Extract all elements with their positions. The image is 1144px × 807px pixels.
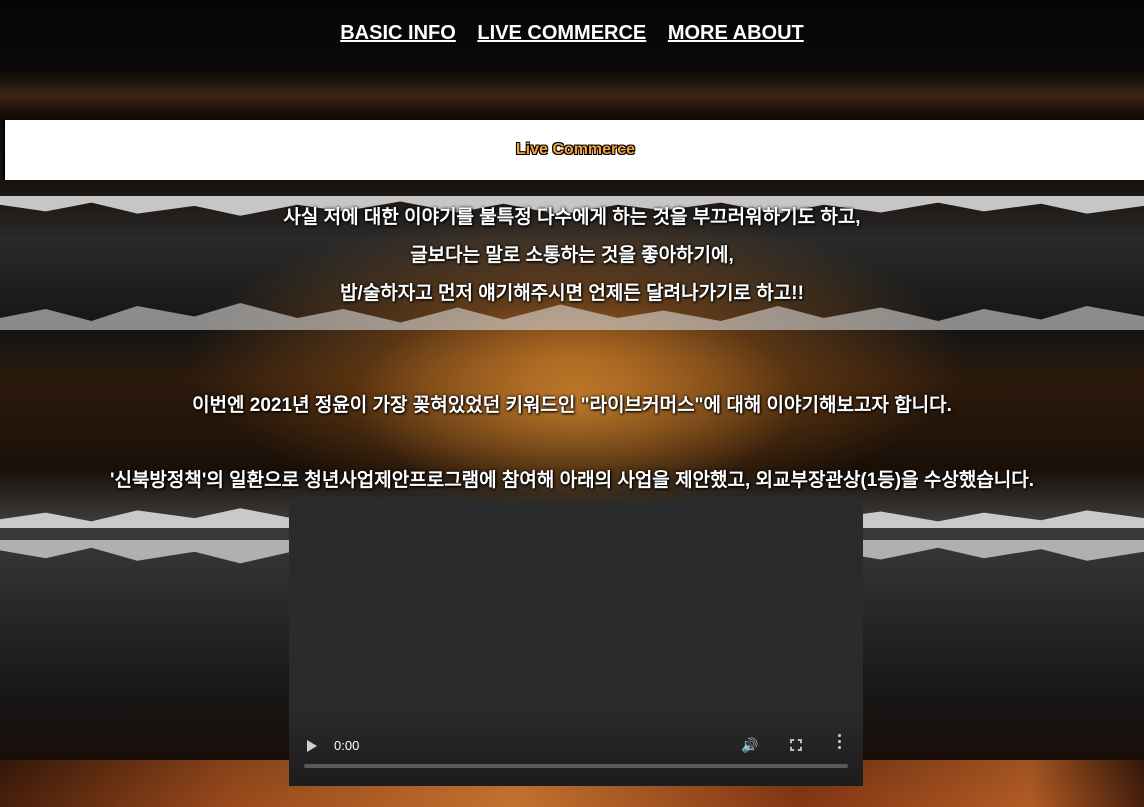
video-controls: 0:00 🔊 — [289, 726, 863, 786]
play-icon[interactable] — [307, 740, 317, 752]
nav-basic-info[interactable]: BASIC INFO — [340, 22, 456, 44]
video-player[interactable]: 0:00 🔊 — [289, 500, 863, 786]
section-title: Live Commerce — [515, 141, 636, 158]
intro-line: 밥/술하자고 먼저 얘기해주시면 언제든 달려나가기로 하고!! — [340, 283, 804, 304]
volume-icon[interactable]: 🔊 — [741, 737, 758, 754]
fullscreen-icon[interactable] — [790, 739, 802, 751]
intro-line: 사실 저에 대한 이야기를 불특정 다수에게 하는 것을 부끄러워하기도 하고, — [283, 207, 861, 228]
top-nav: BASIC INFO LIVE COMMERCE MORE ABOUT — [0, 22, 1144, 45]
intro-line: 글보다는 말로 소통하는 것을 좋아하기에, — [410, 245, 734, 266]
award-paragraph: '신북방정책'의 일환으로 청년사업제안프로그램에 참여해 아래의 사업을 제안… — [109, 470, 1035, 491]
nav-more-about[interactable]: MORE ABOUT — [668, 22, 804, 44]
video-progress-track[interactable] — [304, 764, 848, 768]
keyword-paragraph: 이번엔 2021년 정윤이 가장 꽂혀있었던 키워드인 "라이브커머스"에 대해… — [192, 395, 952, 416]
video-time: 0:00 — [334, 738, 360, 753]
section-title-bar: Live Commerce — [3, 120, 1144, 180]
nav-live-commerce[interactable]: LIVE COMMERCE — [477, 22, 646, 44]
intro-paragraph: 사실 저에 대한 이야기를 불특정 다수에게 하는 것을 부끄러워하기도 하고,… — [0, 199, 1144, 313]
more-options-icon[interactable] — [838, 734, 842, 752]
